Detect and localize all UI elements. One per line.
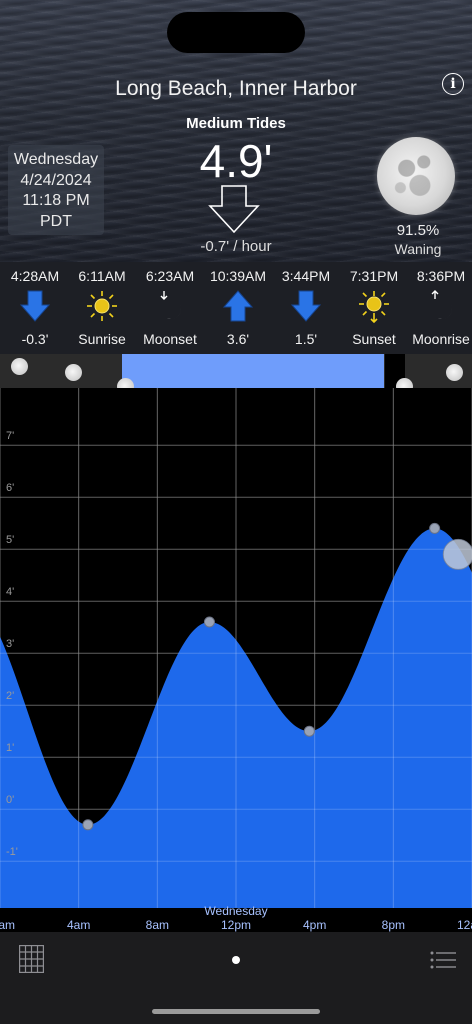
y-tick-label: 0' [6,794,14,806]
event-label: Sunset [352,331,396,347]
event-label: Sunrise [78,331,126,347]
event-time: 10:39AM [209,268,267,284]
info-icon[interactable]: i [442,73,464,95]
tide-extreme-marker [303,725,315,737]
moonrise-icon [431,290,453,320]
day-label: Wednesday [204,904,267,918]
tide-extreme-marker [203,616,215,628]
tide-extreme-marker [82,819,94,831]
page-indicator[interactable] [232,956,240,964]
x-tick-label: 4am [67,918,90,932]
x-tick-label: 8am [146,918,169,932]
event-time: 8:36PM [416,268,466,284]
current-position-marker [442,538,472,570]
home-indicator[interactable] [152,1009,320,1014]
y-tick-label: 7' [6,430,14,442]
event-label: 1.5' [294,331,318,347]
event-label: -0.3' [21,331,49,347]
timeline-scrubber[interactable] [0,354,472,388]
low-tide-arrow-icon [19,290,51,322]
moon-marker-icon [11,358,28,375]
timeline-highlight [122,354,384,388]
dynamic-island [167,12,305,53]
y-tick-label: 6' [6,482,14,494]
time: 11:18 PM [22,192,90,209]
moon-marker-icon [117,378,134,388]
event-label: 3.6' [226,331,250,347]
moon-illumination: 91.5% [396,222,440,239]
y-tick-label: 2' [6,690,14,702]
event-time: 6:23AM [145,268,195,284]
event-label: Moonrise [412,331,470,347]
x-tick-label: 4pm [303,918,326,932]
location-title: Long Beach, Inner Harbor [115,77,357,100]
events-strip[interactable]: 4:28AM -0.3' 6:11AM Sunrise 6:23AM Moons… [0,262,472,354]
tide-extreme-marker [429,522,441,534]
falling-arrow-icon [208,185,260,234]
high-tide-arrow-icon [222,290,254,322]
sunset-icon [359,291,389,323]
y-tick-label: 3' [6,638,14,650]
moon-marker-icon [65,364,82,381]
moon-icon [377,137,455,215]
timezone: PDT [40,212,72,230]
event-time: 4:28AM [10,268,60,284]
y-tick-label: -1' [6,846,18,858]
event-time: 7:31PM [349,268,399,284]
y-tick-label: 5' [6,534,14,546]
moon-marker-icon [396,378,413,388]
x-tick-label: 12am [457,918,472,932]
sunrise-icon [87,291,117,321]
y-tick-label: 4' [6,586,14,598]
y-tick-label: 1' [6,742,14,754]
event-label: Moonset [143,331,197,347]
moon-marker-icon [446,364,463,381]
event-time: 6:11AM [78,268,126,284]
bottom-toolbar [0,932,472,1024]
tide-chart[interactable]: -1' 0' 1' 2' 3' 4' 5' 6' 7' 12am 4am 8am 12pm 4pm 8pm 1… [0,388,472,932]
x-tick-label: 12pm [221,918,251,932]
calendar-grid-icon[interactable] [19,945,44,973]
low-tide-arrow-icon [290,290,322,322]
x-tick-label: 12am [0,918,15,932]
event-time: 3:44PM [281,268,331,284]
moonset-icon [160,291,182,320]
tide-label: Medium Tides [186,115,286,132]
x-tick-label: 8pm [382,918,405,932]
moon-phase: Waning [394,241,442,257]
header: Long Beach, Inner Harbor i Wednesday 4/2… [0,0,472,262]
list-icon[interactable] [430,950,456,970]
